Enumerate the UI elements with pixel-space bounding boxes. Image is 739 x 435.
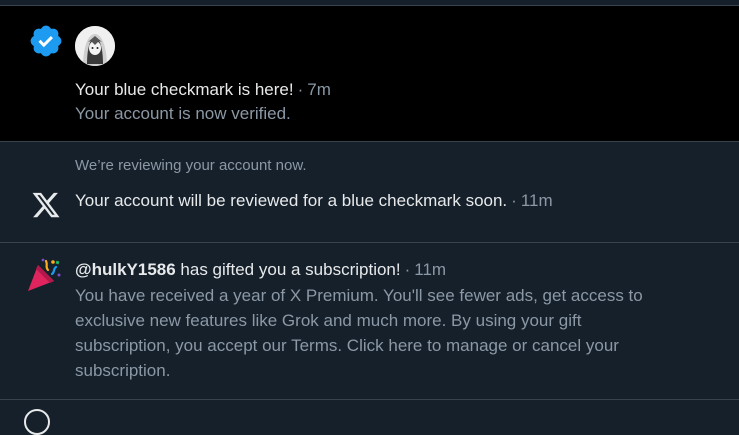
avatar-image — [75, 26, 115, 66]
notification-time: 11m — [520, 191, 553, 210]
notification-title-row: @hulkY1586 has gifted you a subscription… — [75, 260, 447, 279]
notification-title: has gifted you a subscription! — [180, 260, 401, 279]
next-notification[interactable] — [0, 400, 739, 415]
notification-title: Your account will be reviewed for a blue… — [75, 191, 508, 210]
notification-title-row: Your account will be reviewed for a blue… — [75, 191, 553, 210]
notification-gift[interactable]: @hulkY1586 has gifted you a subscription… — [0, 243, 739, 400]
verified-badge-icon — [30, 25, 62, 57]
notification-title-row: Your blue checkmark is here! · 7m — [75, 80, 331, 99]
body-line: subscription. — [75, 361, 171, 380]
notification-time: 11m — [414, 260, 447, 279]
notification-body: You have received a year of X Premium. Y… — [75, 283, 725, 383]
notification-review[interactable]: We’re reviewing your account now. Your a… — [0, 142, 739, 243]
gifter-username-link[interactable]: @hulkY1586 — [75, 260, 176, 279]
party-popper-icon — [28, 258, 61, 291]
next-notification-icon — [24, 409, 50, 435]
x-logo-icon — [32, 192, 60, 218]
body-line: subscription, you accept our Terms. Clic… — [75, 336, 619, 355]
notification-time: 7m — [307, 80, 331, 99]
notification-body: Your account is now verified. — [75, 104, 291, 123]
body-line: exclusive new features like Grok and muc… — [75, 311, 582, 330]
user-avatar[interactable] — [75, 26, 115, 66]
body-line: You have received a year of X Premium. Y… — [75, 286, 643, 305]
notification-title: Your blue checkmark is here! — [75, 80, 294, 99]
notification-verified[interactable]: Your blue checkmark is here! · 7m Your acc… — [0, 6, 739, 142]
notification-context-text: We’re reviewing your account now. — [75, 157, 307, 174]
